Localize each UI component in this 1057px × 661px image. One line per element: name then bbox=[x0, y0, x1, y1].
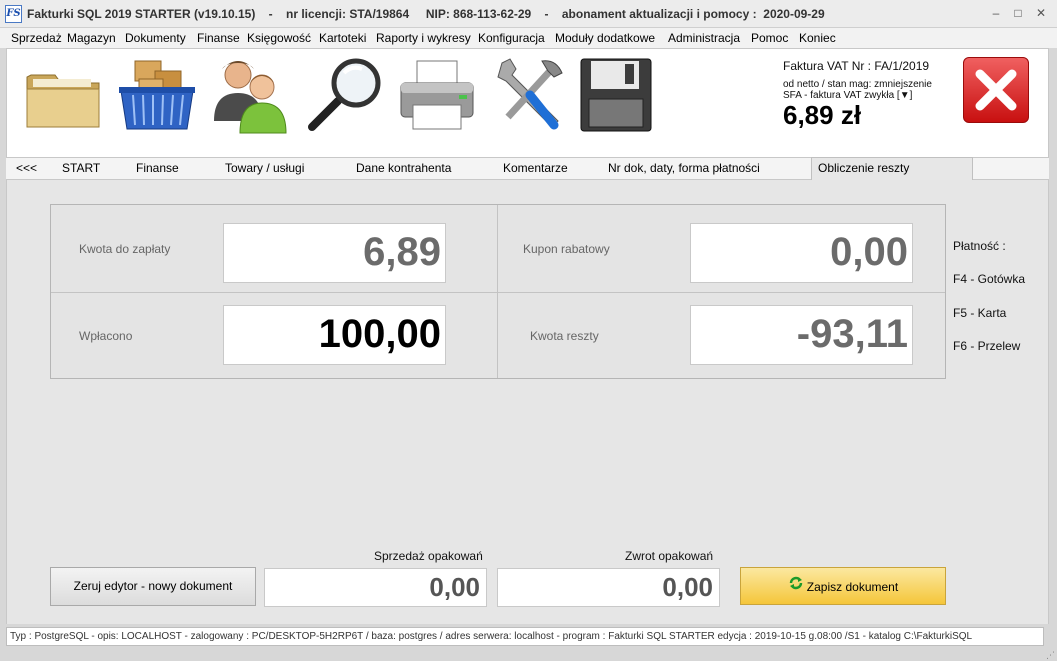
save-document-button[interactable]: Zapisz dokument bbox=[740, 567, 946, 605]
document-amount: 6,89 zł bbox=[783, 100, 862, 130]
menu-sprzedaz[interactable]: Sprzedaż bbox=[11, 31, 62, 45]
payment-transfer-option[interactable]: F6 - Przelew bbox=[953, 339, 1020, 353]
folder-icon[interactable] bbox=[23, 55, 103, 135]
reset-editor-button[interactable]: Zeruj edytor - nowy dokument bbox=[50, 567, 256, 606]
wplacono-field[interactable]: 100,00 bbox=[223, 305, 446, 365]
kupon-rabatowy-label: Kupon rabatowy bbox=[523, 242, 610, 256]
resize-grip-icon[interactable]: ⋰ bbox=[1046, 650, 1055, 661]
app-logo-icon: FS bbox=[5, 5, 22, 23]
basket-icon[interactable] bbox=[117, 55, 197, 135]
payment-card-option[interactable]: F5 - Karta bbox=[953, 306, 1006, 320]
save-document-label: Zapisz dokument bbox=[806, 579, 899, 594]
tab-finanse[interactable]: Finanse bbox=[136, 161, 179, 175]
wplacono-label: Wpłacono bbox=[79, 329, 133, 343]
document-info: Faktura VAT Nr : FA/1/2019 od netto / st… bbox=[783, 59, 953, 129]
toolbar: Faktura VAT Nr : FA/1/2019 od netto / st… bbox=[6, 48, 1049, 158]
menu-konfiguracja[interactable]: Konfiguracja bbox=[478, 31, 545, 45]
refresh-icon bbox=[788, 569, 804, 605]
menu-bar: Sprzedaż Magazyn Dokumenty Finanse Księg… bbox=[0, 28, 1057, 48]
tab-back[interactable]: <<< bbox=[16, 161, 37, 175]
close-x-icon[interactable] bbox=[963, 57, 1029, 123]
minimize-button[interactable]: – bbox=[985, 4, 1007, 22]
payment-cash-option[interactable]: F4 - Gotówka bbox=[953, 272, 1025, 286]
tab-nr-dok-daty[interactable]: Nr dok, daty, forma płatności bbox=[608, 161, 760, 175]
menu-administracja[interactable]: Administracja bbox=[668, 31, 740, 45]
panel-divider bbox=[51, 292, 945, 293]
status-bar: Typ : PostgreSQL - opis: LOCALHOST - zal… bbox=[6, 627, 1044, 646]
menu-pomoc[interactable]: Pomoc bbox=[751, 31, 788, 45]
printer-icon[interactable] bbox=[397, 55, 477, 135]
zwrot-opakowan-label: Zwrot opakowań bbox=[625, 549, 714, 563]
kupon-rabatowy-field[interactable]: 0,00 bbox=[690, 223, 913, 283]
tab-bar: <<< START Finanse Towary / usługi Dane k… bbox=[6, 157, 1049, 180]
menu-koniec[interactable]: Koniec bbox=[799, 31, 836, 45]
menu-moduly[interactable]: Moduły dodatkowe bbox=[555, 31, 655, 45]
menu-finanse[interactable]: Finanse bbox=[197, 31, 240, 45]
document-mode: od netto / stan mag: zmniejszenie bbox=[783, 79, 932, 90]
zwrot-opakowan-field[interactable]: 0,00 bbox=[497, 568, 720, 607]
kwota-reszty-label: Kwota reszty bbox=[530, 329, 599, 343]
tab-dane-kontrahenta[interactable]: Dane kontrahenta bbox=[356, 161, 451, 175]
tools-icon[interactable] bbox=[490, 55, 570, 135]
menu-kartoteki[interactable]: Kartoteki bbox=[319, 31, 366, 45]
sprzedaz-opakowan-label: Sprzedaż opakowań bbox=[374, 549, 483, 563]
kwota-do-zaplaty-label: Kwota do zapłaty bbox=[79, 242, 171, 256]
kwota-do-zaplaty-field: 6,89 bbox=[223, 223, 446, 283]
window-title: Fakturki SQL 2019 STARTER (v19.10.15) - … bbox=[27, 7, 825, 21]
kwota-reszty-field: -93,11 bbox=[690, 305, 913, 365]
tab-start[interactable]: START bbox=[62, 161, 100, 175]
payment-title: Płatność : bbox=[953, 239, 1006, 253]
menu-raporty[interactable]: Raporty i wykresy bbox=[376, 31, 471, 45]
close-window-button[interactable]: ✕ bbox=[1030, 4, 1052, 22]
menu-dokumenty[interactable]: Dokumenty bbox=[125, 31, 186, 45]
menu-ksiegowosc[interactable]: Księgowość bbox=[247, 31, 311, 45]
sprzedaz-opakowan-field[interactable]: 0,00 bbox=[264, 568, 487, 607]
title-bar: FS Fakturki SQL 2019 STARTER (v19.10.15)… bbox=[0, 0, 1057, 28]
tab-obliczenie-reszty[interactable]: Obliczenie reszty bbox=[818, 161, 909, 175]
magnifier-icon[interactable] bbox=[304, 55, 384, 135]
menu-magazyn[interactable]: Magazyn bbox=[67, 31, 116, 45]
main-content: Kwota do zapłaty 6,89 Kupon rabatowy 0,0… bbox=[6, 180, 1049, 624]
document-number: Faktura VAT Nr : FA/1/2019 bbox=[783, 59, 930, 73]
change-calculation-panel: Kwota do zapłaty 6,89 Kupon rabatowy 0,0… bbox=[50, 204, 946, 379]
tab-komentarze[interactable]: Komentarze bbox=[503, 161, 568, 175]
floppy-disk-icon[interactable] bbox=[577, 55, 657, 135]
maximize-button[interactable]: □ bbox=[1007, 4, 1029, 22]
tab-towary-uslugi[interactable]: Towary / usługi bbox=[225, 161, 304, 175]
users-icon[interactable] bbox=[210, 55, 290, 135]
